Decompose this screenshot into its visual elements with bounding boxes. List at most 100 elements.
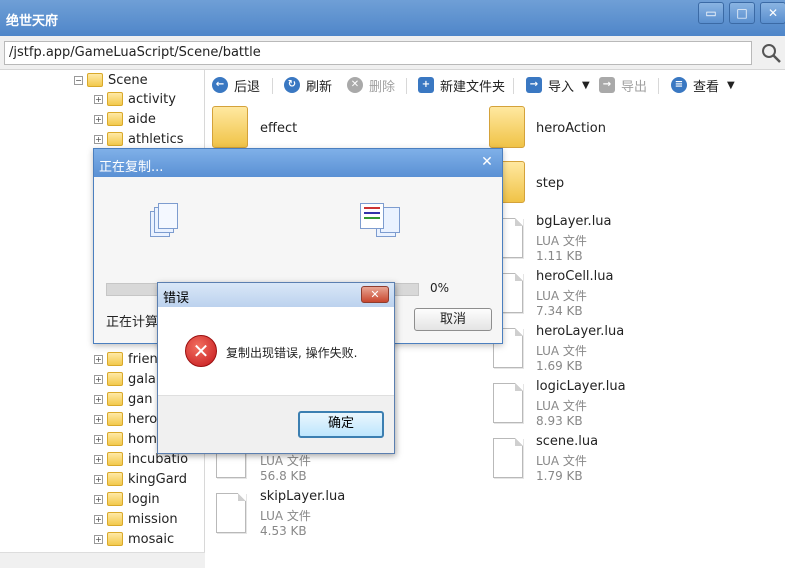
dialog-title: 错误 <box>163 291 190 306</box>
view-button[interactable]: ≡ 查看 ▼ <box>671 75 735 95</box>
maximize-button[interactable]: □ <box>729 2 755 24</box>
expand-icon[interactable]: + <box>94 394 103 404</box>
close-icon[interactable]: ✕ <box>361 286 389 303</box>
tree-item[interactable]: + mosaic <box>94 529 174 549</box>
cancel-button[interactable]: 取消 <box>414 308 492 331</box>
file-name: step <box>536 176 565 191</box>
close-button[interactable]: ✕ <box>760 2 785 24</box>
error-dialog: 错误 ✕ ✕ 复制出现错误, 操作失败. 确定 <box>157 282 395 454</box>
folder-icon <box>107 532 123 546</box>
tree-label: activity <box>128 91 176 107</box>
back-button[interactable]: ← 后退 <box>212 75 260 95</box>
import-icon: → <box>526 77 542 93</box>
file-type: LUA 文件 <box>260 454 311 468</box>
minimize-button[interactable]: ▭ <box>698 2 724 24</box>
refresh-button[interactable]: ↻ 刷新 <box>284 75 332 95</box>
folder-icon <box>107 412 123 426</box>
folder-icon <box>107 132 123 146</box>
import-button[interactable]: → 导入 ▼ <box>526 75 590 95</box>
file-name: heroCell.lua <box>536 269 614 284</box>
search-icon[interactable] <box>760 42 782 64</box>
collapse-icon[interactable]: − <box>74 75 83 85</box>
tree-label: hom <box>128 431 157 447</box>
tree-label: athletics <box>128 131 184 147</box>
address-bar: /jstfp.app/GameLuaScript/Scene/battle <box>0 36 785 70</box>
progress-percent: 0% <box>430 281 450 295</box>
tree-label: mosaic <box>128 531 175 547</box>
expand-icon[interactable]: + <box>94 534 103 544</box>
tree-item[interactable]: + hero <box>94 409 157 429</box>
export-button[interactable]: → 导出 <box>599 75 647 95</box>
view-list-icon: ≡ <box>671 77 687 93</box>
delete-icon: ✕ <box>347 77 363 93</box>
file-size: 4.53 KB <box>260 524 307 538</box>
expand-icon[interactable]: + <box>94 454 103 464</box>
tree-label: mission <box>128 511 178 527</box>
expand-icon[interactable]: + <box>94 474 103 484</box>
tree-label: gala <box>128 371 156 387</box>
delete-button[interactable]: ✕ 删除 <box>347 75 395 95</box>
chevron-down-icon[interactable]: ▼ <box>727 80 735 91</box>
file-name: logicLayer.lua <box>536 379 626 394</box>
tree-item[interactable]: + hom <box>94 429 157 449</box>
chevron-down-icon[interactable]: ▼ <box>582 80 590 91</box>
expand-icon[interactable]: + <box>94 494 103 504</box>
tree-label: login <box>128 491 160 507</box>
ok-button[interactable]: 确定 <box>298 411 384 438</box>
toolbar-divider <box>513 78 514 94</box>
file-name: bgLayer.lua <box>536 214 612 229</box>
new-folder-button[interactable]: + 新建文件夹 <box>418 75 505 95</box>
tree-item[interactable]: + frien <box>94 349 158 369</box>
document-icon <box>493 383 523 423</box>
file-size: 1.11 KB <box>536 249 583 263</box>
file-type: LUA 文件 <box>536 399 587 413</box>
refresh-icon: ↻ <box>284 77 300 93</box>
file-type: LUA 文件 <box>260 509 311 523</box>
expand-icon[interactable]: + <box>94 134 103 144</box>
tree-item[interactable]: + activity <box>94 89 176 109</box>
tree-item[interactable]: + mission <box>94 509 178 529</box>
copy-status-text: 正在计算 <box>106 315 159 330</box>
folder-icon <box>107 452 123 466</box>
folder-icon <box>489 106 525 148</box>
expand-icon[interactable]: + <box>94 114 103 124</box>
folder-icon <box>107 492 123 506</box>
new-folder-icon: + <box>418 77 434 93</box>
tree-item-scene[interactable]: − Scene <box>74 70 148 90</box>
folder-icon <box>107 92 123 106</box>
window-title: 绝世天府 <box>6 14 59 29</box>
tree-horizontal-scrollbar[interactable] <box>0 552 205 568</box>
close-icon[interactable]: ✕ <box>476 152 498 172</box>
tree-item[interactable]: + login <box>94 489 160 509</box>
expand-icon[interactable]: + <box>94 414 103 424</box>
tree-item[interactable]: + athletics <box>94 129 184 149</box>
title-bar: 绝世天府 ▭ □ ✕ <box>0 0 785 36</box>
expand-icon[interactable]: + <box>94 354 103 364</box>
tree-item[interactable]: + gan <box>94 389 152 409</box>
document-icon <box>216 493 246 533</box>
expand-icon[interactable]: + <box>94 514 103 524</box>
dialog-title-bar: 错误 ✕ <box>158 283 394 307</box>
expand-icon[interactable]: + <box>94 374 103 384</box>
file-size: 7.34 KB <box>536 304 583 318</box>
file-name: skipLayer.lua <box>260 489 346 504</box>
folder-icon <box>107 512 123 526</box>
folder-icon <box>107 432 123 446</box>
tree-item[interactable]: + kingGard <box>94 469 187 489</box>
toolbar-divider <box>406 78 407 94</box>
tree-item[interactable]: + aide <box>94 109 156 129</box>
folder-icon <box>87 73 103 87</box>
file-type: LUA 文件 <box>536 454 587 468</box>
tree-label: Scene <box>108 72 148 88</box>
file-size: 1.79 KB <box>536 469 583 483</box>
toolbar-divider <box>658 78 659 94</box>
file-name: scene.lua <box>536 434 599 449</box>
expand-icon[interactable]: + <box>94 434 103 444</box>
expand-icon[interactable]: + <box>94 94 103 104</box>
path-input[interactable]: /jstfp.app/GameLuaScript/Scene/battle <box>4 41 752 65</box>
tree-item[interactable]: + gala <box>94 369 156 389</box>
view-label: 查看 <box>693 79 720 95</box>
toolbar: ← 后退 ↻ 刷新 ✕ 删除 + 新建文件夹 → 导入 ▼ → 导出 ≡ 查看 … <box>206 70 785 98</box>
export-label: 导出 <box>621 79 648 95</box>
file-name: heroLayer.lua <box>536 324 625 339</box>
